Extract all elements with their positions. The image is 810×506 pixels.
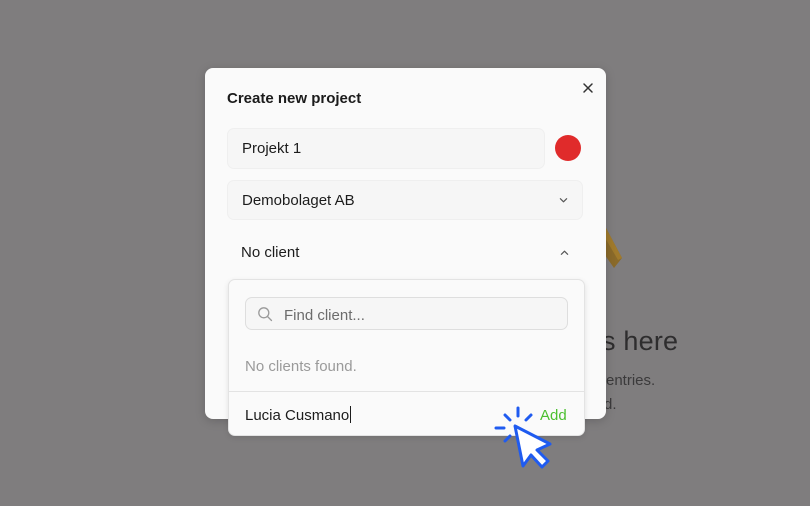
close-button[interactable] xyxy=(580,80,596,96)
project-color-picker[interactable] xyxy=(555,135,581,161)
chevron-down-icon xyxy=(559,198,568,203)
background-heading: s here xyxy=(602,326,679,356)
background-text-line: entries. xyxy=(606,372,656,389)
close-icon xyxy=(583,83,593,93)
project-name-input[interactable]: Projekt 1 xyxy=(227,128,545,169)
search-icon xyxy=(258,307,273,322)
company-select[interactable]: Demobolaget AB xyxy=(227,180,583,220)
add-client-button[interactable]: Add xyxy=(540,407,567,424)
new-client-value: Lucia Cusmano xyxy=(245,407,350,424)
client-select[interactable]: No client xyxy=(227,233,583,271)
no-clients-message: No clients found. xyxy=(245,358,357,375)
chevron-up-icon xyxy=(560,250,569,255)
client-search-input[interactable] xyxy=(282,304,556,326)
new-client-input[interactable]: Lucia Cusmano xyxy=(245,406,352,424)
client-dropdown: No clients found. Lucia Cusmano Add xyxy=(228,279,585,436)
client-search-box[interactable] xyxy=(245,297,568,330)
divider xyxy=(229,391,584,392)
modal-title: Create new project xyxy=(227,90,362,107)
company-select-value: Demobolaget AB xyxy=(242,192,355,209)
client-select-value: No client xyxy=(241,244,300,261)
text-caret xyxy=(350,406,352,423)
project-name-value: Projekt 1 xyxy=(242,140,302,157)
